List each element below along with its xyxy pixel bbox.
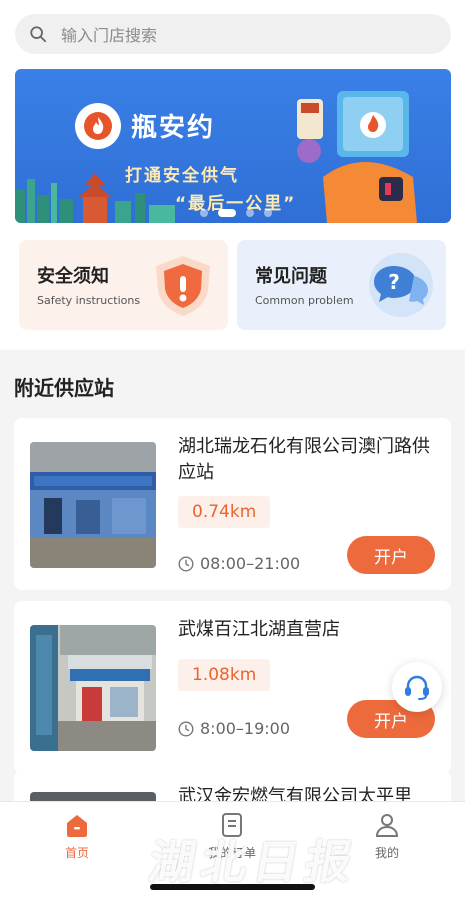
customer-service-button[interactable]	[392, 662, 442, 712]
card-subtitle: Safety instructions	[37, 294, 141, 307]
clock-icon	[178, 720, 194, 737]
headset-icon	[405, 675, 429, 700]
promo-banner[interactable]: 瓶安约 打通安全供气 “最后一公里”	[15, 69, 451, 223]
store-card[interactable]: 湖北瑞龙石化有限公司澳门路供应站 0.74km 08:00–21:00 开户	[14, 418, 451, 590]
tab-home[interactable]: 首页	[27, 812, 127, 861]
distance-badge: 1.08km	[178, 659, 271, 691]
carousel-indicator[interactable]	[200, 209, 272, 217]
card-title: 常见问题	[255, 266, 327, 287]
svg-text:?: ?	[388, 270, 400, 294]
flame-icon	[84, 112, 112, 140]
storefront-photo	[30, 442, 156, 568]
store-card[interactable]: 武煤百江北湖直营店 1.08km 8:00–19:00 开户	[14, 601, 451, 773]
hours-text: 8:00–19:00	[200, 719, 291, 738]
tab-label: 首页	[64, 846, 89, 860]
storefront-photo	[30, 625, 156, 751]
top-section: 输入门店搜索 瓶安约 打通安全供气 “最后一公里” 安全须知 Safety in…	[0, 0, 465, 350]
delivery-mascot-illustration	[297, 91, 417, 223]
opening-hours: 08:00–21:00	[178, 554, 300, 573]
clock-icon	[178, 555, 194, 572]
brand-logo	[75, 103, 121, 149]
search-bar[interactable]: 输入门店搜索	[15, 14, 451, 54]
common-problem-card[interactable]: 常见问题 Common problem ?	[237, 240, 446, 330]
opening-hours: 8:00–19:00	[178, 719, 290, 738]
tab-label: 我的	[374, 846, 399, 860]
user-icon	[375, 814, 399, 837]
banner-slogan-line1: 打通安全供气	[125, 166, 239, 186]
question-bubble-icon: ?	[369, 253, 433, 317]
store-name: 湖北瑞龙石化有限公司澳门路供应站	[178, 436, 430, 483]
shield-exclamation-icon	[156, 256, 210, 316]
card-subtitle: Common problem	[255, 294, 354, 307]
search-icon	[30, 26, 47, 43]
search-input[interactable]: 输入门店搜索	[61, 22, 157, 46]
home-icon	[67, 815, 87, 837]
newspaper-watermark: 湖北日报	[144, 835, 363, 889]
store-name: 武煤百江北湖直营店	[178, 619, 340, 640]
brand-name: 瓶安约	[131, 113, 216, 143]
card-title: 安全须知	[37, 266, 109, 287]
distance-badge: 0.74km	[178, 496, 271, 528]
open-account-button[interactable]: 开户	[347, 536, 435, 574]
safety-instructions-card[interactable]: 安全须知 Safety instructions	[19, 240, 228, 330]
home-indicator	[150, 884, 315, 890]
nearby-stations-title: 附近供应站	[14, 376, 114, 400]
hours-text: 08:00–21:00	[200, 554, 301, 573]
